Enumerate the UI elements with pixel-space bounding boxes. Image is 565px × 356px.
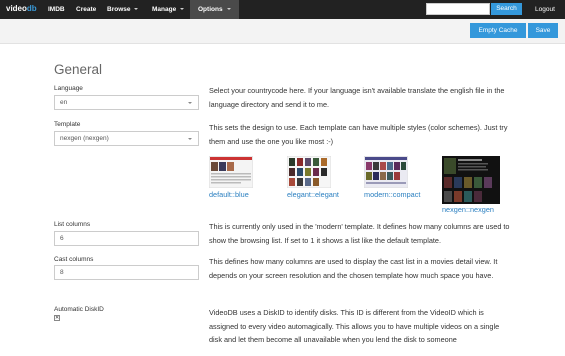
nav-item-label: Create bbox=[76, 6, 97, 13]
automatic-diskid-checkbox[interactable]: ✕ bbox=[54, 315, 60, 321]
template-thumbnail-default[interactable] bbox=[209, 156, 253, 188]
template-thumbnail-label[interactable]: nexgen::nexgen bbox=[442, 205, 494, 214]
template-thumbnail-nexgen[interactable] bbox=[442, 156, 500, 204]
language-label: Language bbox=[54, 85, 83, 92]
nav-item-browse[interactable]: Browse bbox=[107, 0, 139, 19]
cast-columns-help: This defines how many columns are used t… bbox=[209, 257, 498, 280]
template-thumbnail-label[interactable]: elegant::elegant bbox=[287, 190, 339, 199]
template-thumbnail-elegant[interactable] bbox=[287, 156, 331, 188]
chevron-down-icon bbox=[134, 8, 139, 11]
empty-cache-button[interactable]: Empty Cache bbox=[470, 23, 526, 38]
list-columns-help: This is currently only used in the 'mode… bbox=[209, 222, 510, 245]
nav-item-create[interactable]: Create bbox=[76, 0, 96, 19]
automatic-diskid-label: Automatic DiskID bbox=[54, 306, 104, 313]
nav-item-options[interactable]: Options bbox=[190, 0, 239, 19]
template-select[interactable]: nexgen (nexgen) bbox=[54, 131, 199, 146]
search-input[interactable] bbox=[426, 3, 490, 15]
nav-item-label: IMDB bbox=[48, 6, 65, 13]
nav-item-imdb[interactable]: IMDB bbox=[48, 0, 65, 19]
brand-logo[interactable]: videodb bbox=[6, 4, 37, 13]
cast-columns-input[interactable]: 8 bbox=[54, 265, 199, 280]
page-title: General bbox=[54, 62, 103, 77]
action-toolbar: Empty Cache Save bbox=[0, 19, 565, 44]
nav-item-label: Options bbox=[198, 6, 223, 13]
nav-item-manage[interactable]: Manage bbox=[152, 0, 185, 19]
language-help: Select your countrycode here. If your la… bbox=[209, 86, 505, 109]
save-button[interactable]: Save bbox=[528, 23, 558, 38]
language-select[interactable]: en bbox=[54, 95, 199, 110]
automatic-diskid-help: VideoDB uses a DiskID to identify disks.… bbox=[209, 308, 500, 344]
template-thumbnail-label[interactable]: modern::compact bbox=[364, 190, 420, 199]
chevron-down-icon bbox=[226, 8, 231, 11]
template-thumbnail-label[interactable]: default::blue bbox=[209, 190, 249, 199]
template-value: nexgen (nexgen) bbox=[60, 135, 109, 142]
list-columns-input[interactable]: 6 bbox=[54, 231, 199, 246]
nav-item-label: Manage bbox=[152, 6, 177, 13]
logout-link[interactable]: Logout bbox=[535, 0, 555, 19]
list-columns-label: List columns bbox=[54, 221, 91, 228]
template-thumbnail-modern[interactable] bbox=[364, 156, 408, 188]
language-value: en bbox=[60, 99, 68, 106]
check-icon: ✕ bbox=[55, 315, 60, 321]
nav-item-label: Browse bbox=[107, 6, 131, 13]
template-label: Template bbox=[54, 121, 81, 128]
chevron-down-icon bbox=[188, 138, 192, 140]
template-help: This sets the design to use. Each templa… bbox=[209, 123, 508, 146]
cast-columns-label: Cast columns bbox=[54, 256, 94, 263]
chevron-down-icon bbox=[188, 102, 192, 104]
search-button[interactable]: Search bbox=[491, 3, 522, 15]
top-navbar: videodb IMDB Create Browse Manage Option… bbox=[0, 0, 565, 19]
chevron-down-icon bbox=[180, 8, 185, 11]
